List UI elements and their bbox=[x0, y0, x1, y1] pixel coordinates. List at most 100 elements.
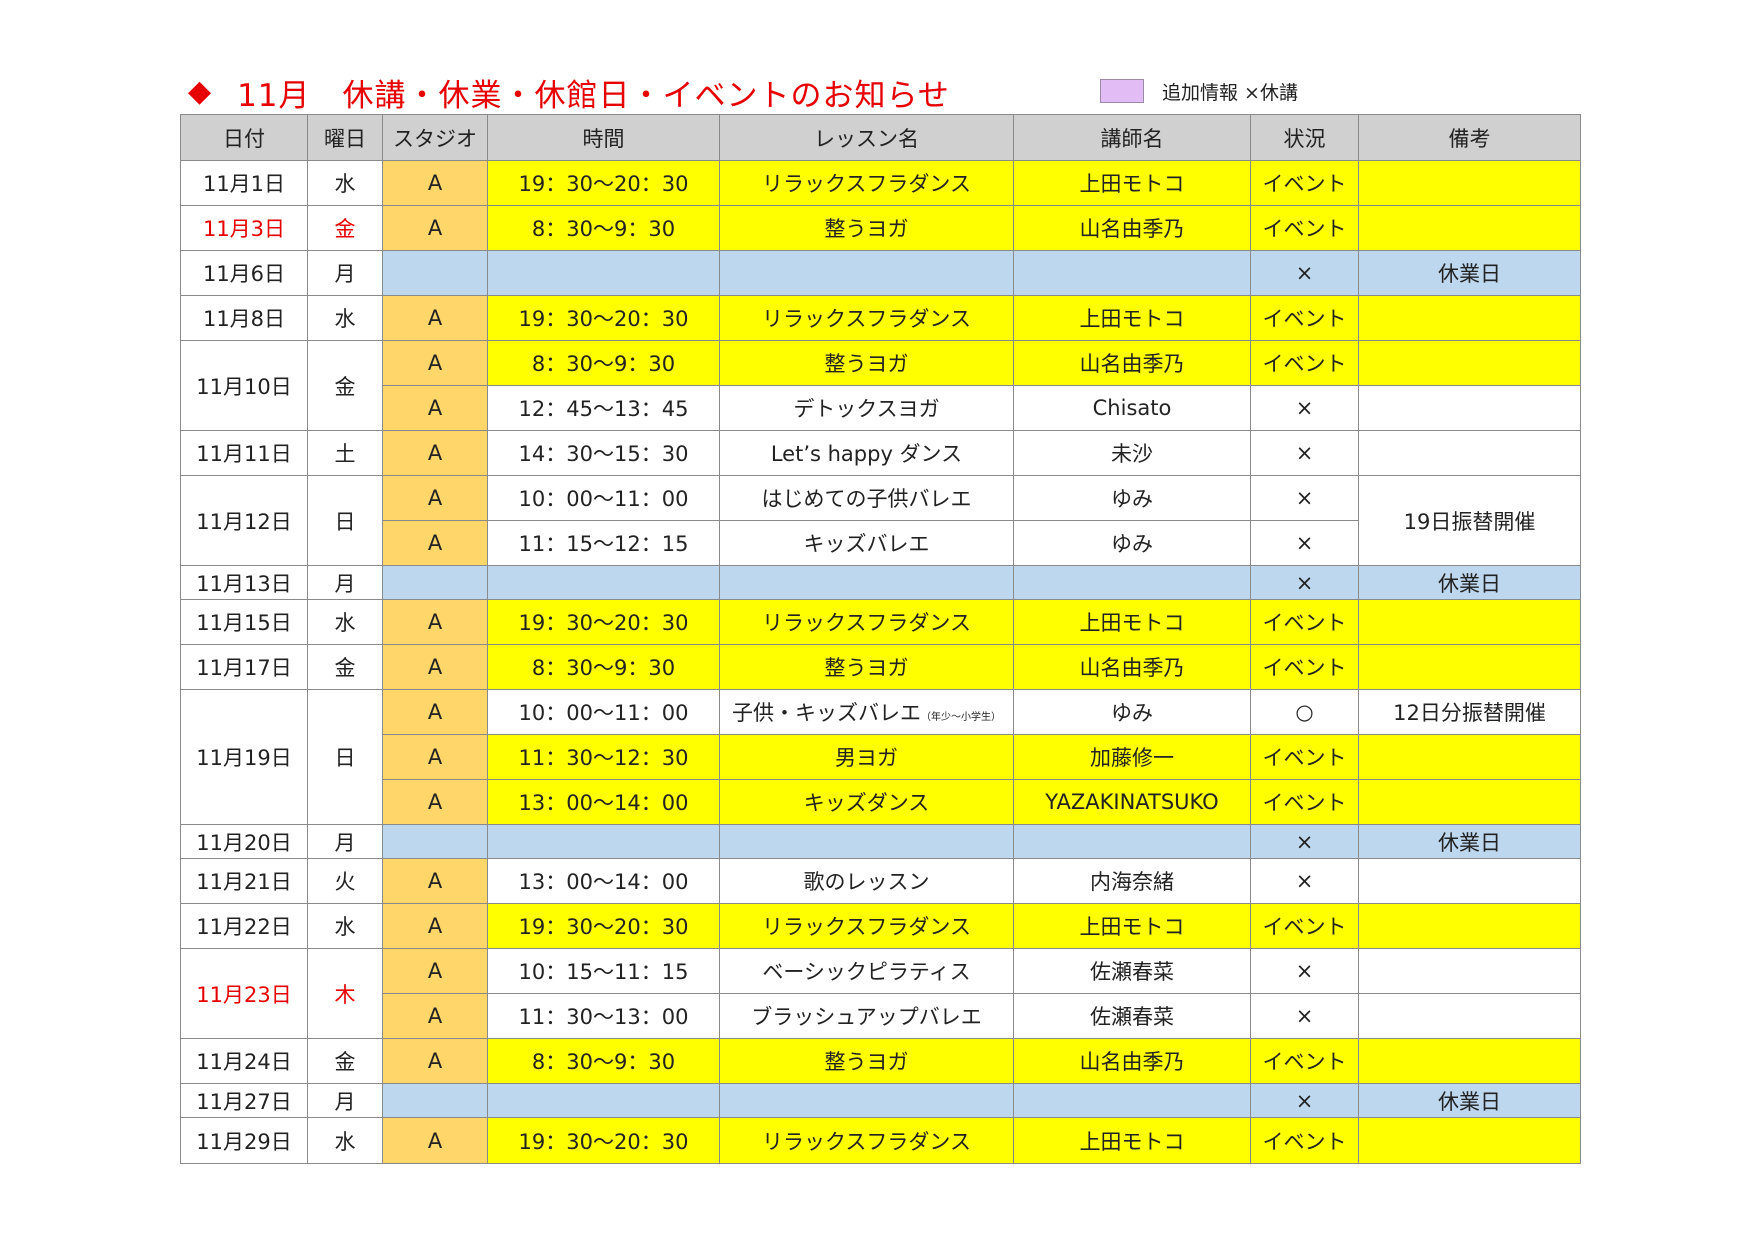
day-cell: 金 bbox=[307, 1038, 383, 1084]
status-cell: イベント bbox=[1250, 205, 1359, 251]
day-cell: 月 bbox=[307, 1083, 383, 1118]
studio-cell bbox=[382, 250, 488, 296]
table-row: 11月17日 金 A 8：30～9：30 整うヨガ 山名由季乃 イベント bbox=[180, 644, 1581, 690]
studio-cell: A bbox=[382, 385, 488, 431]
day-cell: 月 bbox=[307, 565, 383, 600]
note-cell bbox=[1358, 599, 1581, 645]
date-cell: 11月29日 bbox=[180, 1117, 308, 1164]
status-cell: × bbox=[1250, 858, 1359, 904]
status-cell: イベント bbox=[1250, 779, 1359, 825]
teacher-cell: ゆみ bbox=[1013, 475, 1251, 521]
lesson-cell: 整うヨガ bbox=[719, 644, 1014, 690]
teacher-cell: 佐瀬春菜 bbox=[1013, 948, 1251, 994]
header-status: 状況 bbox=[1250, 114, 1359, 161]
table-row: 11月11日 土 A 14：30～15：30 Let’s happy ダンス 未… bbox=[180, 430, 1581, 476]
lesson-cell bbox=[719, 565, 1014, 600]
status-cell: ○ bbox=[1250, 689, 1359, 735]
table-row: 11月20日 月 × 休業日 bbox=[180, 824, 1581, 859]
date-cell: 11月15日 bbox=[180, 599, 308, 645]
studio-cell: A bbox=[382, 340, 488, 386]
note-cell bbox=[1358, 903, 1581, 949]
lesson-name: 子供・キッズバレエ bbox=[732, 701, 921, 725]
lesson-cell bbox=[719, 250, 1014, 296]
studio-cell: A bbox=[382, 689, 488, 735]
lesson-cell: 整うヨガ bbox=[719, 1038, 1014, 1084]
status-cell: × bbox=[1250, 1083, 1359, 1118]
lesson-cell: デトックスヨガ bbox=[719, 385, 1014, 431]
studio-cell: A bbox=[382, 205, 488, 251]
header-row: 日付 曜日 スタジオ 時間 レッスン名 講師名 状況 備考 bbox=[180, 114, 1581, 161]
status-cell: × bbox=[1250, 824, 1359, 859]
table-row: 11月1日 水 A 19：30～20：30 リラックスフラダンス 上田モトコ イ… bbox=[180, 160, 1581, 206]
teacher-cell: 上田モトコ bbox=[1013, 160, 1251, 206]
lesson-cell: リラックスフラダンス bbox=[719, 160, 1014, 206]
status-cell: × bbox=[1250, 520, 1359, 566]
status-cell: × bbox=[1250, 475, 1359, 521]
note-cell bbox=[1358, 1038, 1581, 1084]
note-cell bbox=[1358, 993, 1581, 1039]
time-cell: 11：15～12：15 bbox=[487, 520, 720, 566]
legend: 追加情報 ×休講 bbox=[1100, 76, 1298, 106]
time-cell: 11：30～12：30 bbox=[487, 734, 720, 780]
day-cell: 土 bbox=[307, 430, 383, 476]
lesson-cell: リラックスフラダンス bbox=[719, 599, 1014, 645]
date-cell: 11月3日 bbox=[180, 205, 308, 251]
studio-cell: A bbox=[382, 295, 488, 341]
time-cell bbox=[487, 250, 720, 296]
lesson-cell: ブラッシュアップバレエ bbox=[719, 993, 1014, 1039]
status-cell: × bbox=[1250, 565, 1359, 600]
note-cell bbox=[1358, 205, 1581, 251]
time-cell: 8：30～9：30 bbox=[487, 1038, 720, 1084]
time-cell: 12：45～13：45 bbox=[487, 385, 720, 431]
teacher-cell: 山名由季乃 bbox=[1013, 205, 1251, 251]
day-cell: 火 bbox=[307, 858, 383, 904]
lesson-cell: 子供・キッズバレエ（年少～小学生） bbox=[719, 689, 1014, 735]
teacher-cell: 内海奈緒 bbox=[1013, 858, 1251, 904]
studio-cell: A bbox=[382, 779, 488, 825]
date-cell: 11月6日 bbox=[180, 250, 308, 296]
teacher-cell bbox=[1013, 565, 1251, 600]
status-cell: イベント bbox=[1250, 1038, 1359, 1084]
table-row: A 12：45～13：45 デトックスヨガ Chisato × bbox=[181, 385, 1581, 431]
studio-cell: A bbox=[382, 160, 488, 206]
date-cell: 11月21日 bbox=[180, 858, 308, 904]
day-cell: 日 bbox=[307, 689, 383, 825]
table-row: 11月3日 金 A 8：30～9：30 整うヨガ 山名由季乃 イベント bbox=[180, 205, 1581, 251]
diamond-icon: ◆ bbox=[188, 74, 212, 109]
note-cell bbox=[1358, 160, 1581, 206]
status-cell: イベント bbox=[1250, 340, 1359, 386]
status-cell: イベント bbox=[1250, 599, 1359, 645]
lesson-cell bbox=[719, 824, 1014, 859]
note-cell bbox=[1358, 858, 1581, 904]
date-cell: 11月11日 bbox=[180, 430, 308, 476]
time-cell: 19：30～20：30 bbox=[487, 599, 720, 645]
header-lesson: レッスン名 bbox=[719, 114, 1014, 161]
studio-cell: A bbox=[382, 520, 488, 566]
notice-page: ◆ 11月 休講・休業・休館日・イベントのお知らせ 追加情報 ×休講 日付 曜日… bbox=[0, 0, 1754, 1240]
teacher-cell: 上田モトコ bbox=[1013, 903, 1251, 949]
schedule-table: 日付 曜日 スタジオ 時間 レッスン名 講師名 状況 備考 11月1日 水 A … bbox=[180, 114, 1581, 1164]
status-cell: イベント bbox=[1250, 644, 1359, 690]
time-cell: 10：00～11：00 bbox=[487, 475, 720, 521]
time-cell: 14：30～15：30 bbox=[487, 430, 720, 476]
lesson-cell: リラックスフラダンス bbox=[719, 903, 1014, 949]
status-cell: × bbox=[1250, 250, 1359, 296]
note-cell bbox=[1358, 1117, 1581, 1164]
note-cell: 12日分振替開催 bbox=[1358, 689, 1581, 735]
lesson-cell: 男ヨガ bbox=[719, 734, 1014, 780]
time-cell: 8：30～9：30 bbox=[487, 205, 720, 251]
note-cell bbox=[1358, 779, 1581, 825]
studio-cell: A bbox=[382, 903, 488, 949]
table-row: A 13：00～14：00 キッズダンス YAZAKINATSUKO イベント bbox=[181, 779, 1581, 825]
teacher-cell: Chisato bbox=[1013, 385, 1251, 431]
time-cell bbox=[487, 824, 720, 859]
note-cell: 休業日 bbox=[1358, 250, 1581, 296]
page-title: 11月 休講・休業・休館日・イベントのお知らせ bbox=[237, 77, 950, 114]
table-row: 11月12日 日 A 10：00～11：00 はじめての子供バレエ ゆみ × 1… bbox=[180, 475, 1581, 566]
date-cell: 11月8日 bbox=[180, 295, 308, 341]
day-cell: 水 bbox=[307, 1117, 383, 1164]
table-row: 11月15日 水 A 19：30～20：30 リラックスフラダンス 上田モトコ … bbox=[180, 599, 1581, 645]
studio-cell: A bbox=[382, 599, 488, 645]
table-row: A 11：30～12：30 男ヨガ 加藤修一 イベント bbox=[181, 734, 1581, 780]
time-cell: 10：00～11：00 bbox=[487, 689, 720, 735]
